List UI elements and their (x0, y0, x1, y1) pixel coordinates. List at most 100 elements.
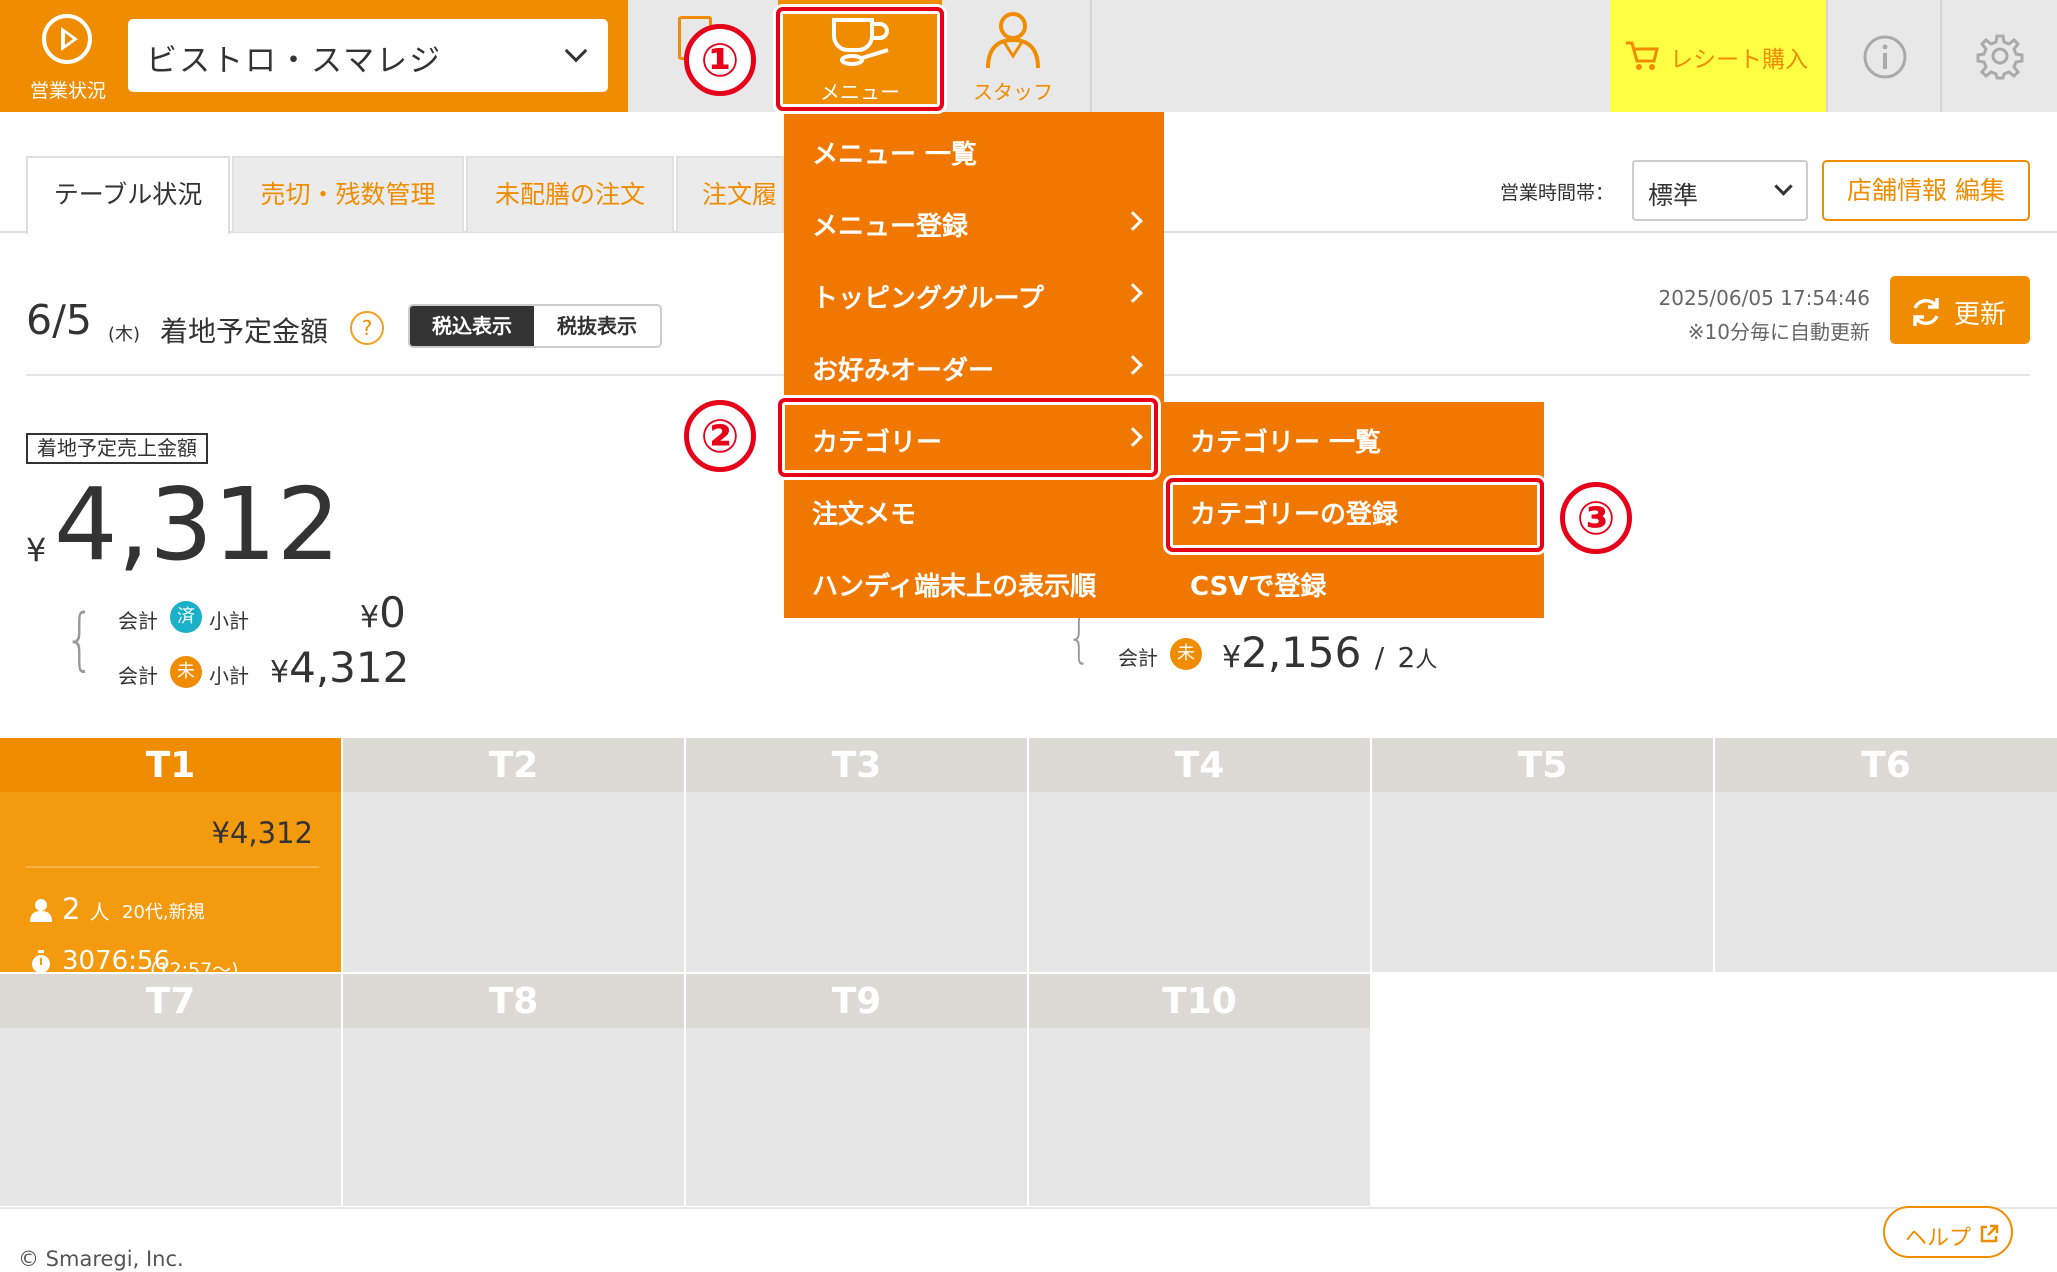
table-card-t3[interactable]: T3 (686, 738, 1027, 972)
business-hours-select[interactable]: 標準 (1632, 160, 1808, 221)
submenu-item-csv-register[interactable]: CSVで登録 (1164, 546, 1544, 618)
menu-item-order-memo[interactable]: 注文メモ (784, 474, 1164, 546)
menu-item-handy-display-order[interactable]: ハンディ端末上の表示順 (784, 546, 1164, 618)
table-name: T3 (686, 738, 1027, 792)
person-icon (30, 899, 52, 922)
external-link-icon (1980, 1224, 1999, 1243)
table-card-t9[interactable]: T9 (686, 974, 1027, 1206)
tab-table-status[interactable]: テーブル状況 (26, 156, 230, 234)
paid-row-label: 会計 (118, 609, 158, 633)
header-left-panel: 営業状況 ビストロ・スマレジ (0, 0, 628, 112)
cart-icon (1626, 41, 1659, 70)
help-question-icon[interactable]: ? (350, 311, 384, 345)
table-name: T2 (343, 738, 684, 792)
chevron-down-icon (1774, 177, 1793, 196)
business-status-label: 営業状況 (29, 80, 106, 102)
menu-dropdown: メニュー 一覧 メニュー登録 トッピンググループ お好みオーダー カテゴリー 注… (784, 112, 1164, 618)
landing-amount-title: 着地予定金額 (160, 315, 329, 348)
summary-weekday: (木) (108, 324, 141, 345)
unpaid-row-label: 会計 (118, 664, 158, 688)
right-unpaid-label: 会計 (1118, 646, 1158, 670)
brace-decoration: { (64, 600, 95, 679)
business-status-button[interactable]: 営業状況 (14, 10, 122, 105)
unpaid-subtotal: ¥4,312 (270, 643, 410, 692)
store-select[interactable]: ビストロ・スマレジ (128, 19, 608, 92)
table-name: T8 (343, 974, 684, 1028)
highlight-box-category (778, 398, 1158, 477)
step-marker-3: ③ (1560, 482, 1632, 554)
receipt-purchase-button[interactable]: レシート購入 (1610, 0, 1826, 112)
stopwatch-icon (32, 950, 50, 973)
table-name: T4 (1029, 738, 1370, 792)
info-button[interactable] (1828, 0, 1940, 112)
paid-row-suffix: 小計 (209, 609, 249, 633)
tab-undelivered-orders[interactable]: 未配膳の注文 (466, 156, 674, 232)
highlight-box-menu (776, 7, 944, 111)
nav-staff[interactable]: スタッフ (948, 0, 1078, 112)
right-unpaid-amount: ¥2,156 / 2人 (1222, 628, 1438, 677)
table-card-t10[interactable]: T10 (1029, 974, 1370, 1206)
chevron-right-icon (1123, 211, 1143, 231)
landing-sales-amount: 4,312 (54, 466, 341, 583)
last-updated-timestamp: 2025/06/05 17:54:46 (1658, 286, 1870, 310)
unpaid-row-suffix: 小計 (209, 664, 249, 688)
nav-staff-label: スタッフ (973, 80, 1053, 104)
store-info-edit-button[interactable]: 店舗情報 編集 (1822, 160, 2030, 221)
paid-subtotal: ¥0 (360, 588, 406, 637)
step-marker-2: ② (684, 400, 756, 472)
copyright: © Smaregi, Inc. (18, 1247, 184, 1271)
menu-item-topping-group[interactable]: トッピンググループ (784, 258, 1164, 330)
table-card-t7[interactable]: T7 (0, 974, 341, 1206)
table-card-t6[interactable]: T6 (1715, 738, 2057, 972)
help-label: ヘルプ (1905, 1226, 1972, 1251)
menu-item-list[interactable]: メニュー 一覧 (784, 114, 1164, 186)
table-name: T6 (1715, 738, 2057, 792)
step-marker-1: ① (684, 24, 756, 96)
table-card-t8[interactable]: T8 (343, 974, 684, 1206)
table-card-t1[interactable]: T1 ¥4,312 2 人 20代,新規 3076:56 (12:57〜) (0, 738, 341, 981)
info-icon (1863, 35, 1907, 79)
table-name: T7 (0, 974, 341, 1028)
business-hours-value: 標準 (1648, 181, 1699, 210)
refresh-label: 更新 (1954, 300, 2007, 330)
tax-display-toggle: 税込表示 税抜表示 (408, 304, 662, 348)
right-unpaid-badge: 未 (1170, 638, 1202, 670)
business-hours-label: 営業時間帯： (1500, 182, 1615, 204)
chevron-down-icon (564, 39, 588, 63)
table-card-t5[interactable]: T5 (1372, 738, 1713, 972)
refresh-button[interactable]: 更新 (1890, 276, 2030, 344)
gear-icon (1976, 34, 2024, 80)
submenu-item-category-list[interactable]: カテゴリー 一覧 (1164, 402, 1544, 474)
table-name: T1 (0, 738, 341, 792)
menu-item-register[interactable]: メニュー登録 (784, 186, 1164, 258)
app-header: 営業状況 ビストロ・スマレジ メニュー スタッフ レシート購入 (0, 0, 2057, 112)
unpaid-badge: 未 (170, 656, 202, 688)
sales-amount-tag: 着地予定売上金額 (26, 433, 208, 464)
table-name: T9 (686, 974, 1027, 1028)
table-card-t2[interactable]: T2 (343, 738, 684, 972)
table-name: T5 (1372, 738, 1713, 792)
help-button[interactable]: ヘルプ (1883, 1206, 2013, 1258)
receipt-purchase-label: レシート購入 (1670, 47, 1808, 73)
tax-included-button[interactable]: 税込表示 (410, 306, 534, 346)
yen-symbol: ¥ (26, 531, 47, 569)
store-name: ビストロ・スマレジ (146, 43, 443, 79)
table-guest-count: 2 人 (62, 892, 110, 926)
paid-badge: 済 (170, 601, 202, 633)
person-icon (986, 12, 1040, 69)
settings-button[interactable] (1942, 0, 2057, 112)
tab-order-history[interactable]: 注文履 (676, 156, 784, 232)
tax-excluded-button[interactable]: 税抜表示 (534, 306, 660, 346)
table-name: T10 (1029, 974, 1370, 1028)
table-card-t4[interactable]: T4 (1029, 738, 1370, 972)
menu-item-custom-order[interactable]: お好みオーダー (784, 330, 1164, 402)
tab-soldout-management[interactable]: 売切・残数管理 (232, 156, 464, 232)
chevron-right-icon (1123, 355, 1143, 375)
highlight-box-category-register (1166, 478, 1544, 552)
table-amount: ¥4,312 (211, 816, 313, 850)
table-guest-tags: 20代,新規 (122, 902, 205, 923)
summary-date: 6/5 (26, 296, 92, 344)
chevron-right-icon (1123, 283, 1143, 303)
refresh-icon (1913, 298, 1939, 326)
auto-update-note: ※10分毎に自動更新 (1687, 320, 1870, 344)
